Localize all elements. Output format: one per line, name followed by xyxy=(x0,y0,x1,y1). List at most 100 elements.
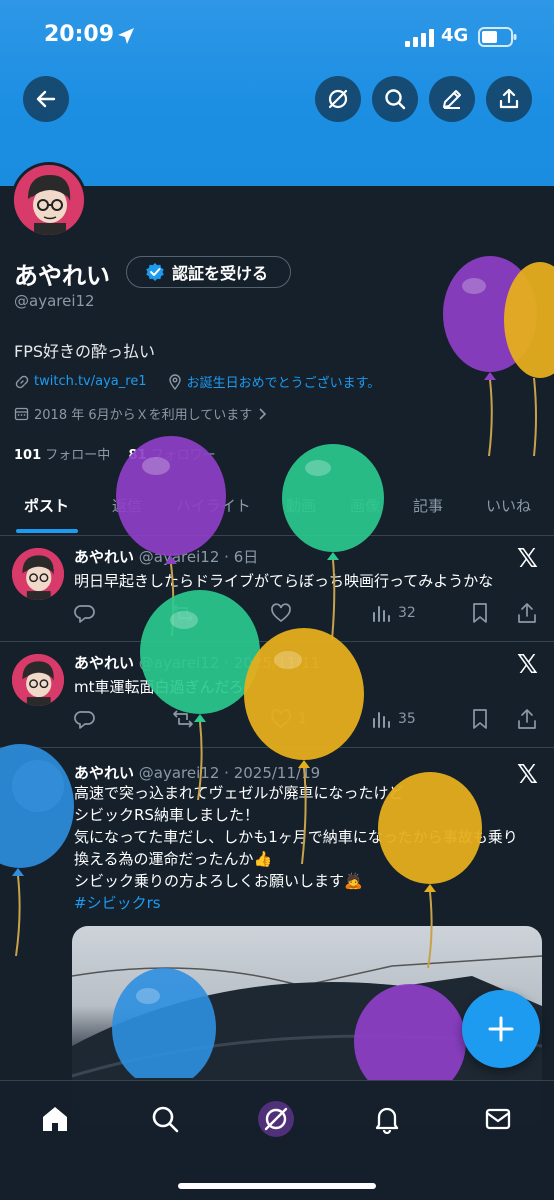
tab-highlights[interactable]: ハイライト xyxy=(176,495,251,516)
bookmark-button[interactable] xyxy=(470,602,490,624)
join-date: 2018 年 6月からＸを利用しています xyxy=(14,404,267,423)
bookmark-button[interactable] xyxy=(470,708,490,730)
grok-icon xyxy=(264,1107,288,1131)
followers-label: フォロワー xyxy=(150,448,216,463)
post-handle: @ayarei12 xyxy=(138,654,220,672)
join-date-text: 2018 年 6月からＸを利用しています xyxy=(34,408,253,423)
grok-icon xyxy=(328,89,348,109)
avatar-illustration xyxy=(14,165,84,235)
post-hashtag[interactable]: #シビックrs xyxy=(74,892,524,914)
nav-grok[interactable] xyxy=(258,1101,294,1137)
share-icon xyxy=(499,88,519,109)
bookmark-icon xyxy=(473,709,487,729)
post-actions: 1 35 xyxy=(74,708,542,734)
views-button[interactable]: 35 xyxy=(370,708,416,730)
share-icon xyxy=(518,603,536,623)
bookmark-icon xyxy=(473,603,487,623)
like-button[interactable]: 1 xyxy=(270,708,307,730)
analytics-icon xyxy=(373,606,390,622)
followers-link[interactable]: 81 フォロワー xyxy=(128,448,215,463)
nav-home[interactable] xyxy=(37,1101,73,1137)
post-actions: 32 xyxy=(74,602,542,628)
link-icon xyxy=(15,375,29,388)
views-button[interactable]: 32 xyxy=(370,602,416,624)
avatar-illustration xyxy=(12,654,64,706)
profile-tabs: ポスト 返信 ハイライト 動画 画像 記事 いいね xyxy=(0,480,554,536)
edit-icon xyxy=(443,90,461,109)
reply-button[interactable] xyxy=(74,602,96,624)
profile-avatar[interactable] xyxy=(11,162,87,238)
nav-notifications[interactable] xyxy=(369,1101,405,1137)
birthday-message[interactable]: お誕生日おめでとうございます。 xyxy=(187,372,381,391)
bottom-navigation xyxy=(0,1080,554,1200)
repost-icon xyxy=(173,604,193,622)
share-post-button[interactable] xyxy=(516,708,538,730)
like-count: 1 xyxy=(298,711,307,727)
location-pin-icon xyxy=(168,373,181,390)
back-arrow-icon xyxy=(36,90,56,108)
post-date: 6日 xyxy=(233,548,259,566)
search-icon xyxy=(385,89,406,110)
following-link[interactable]: 101 フォロー中 xyxy=(14,448,110,463)
nav-search[interactable] xyxy=(147,1101,183,1137)
post-author: あやれい xyxy=(74,548,135,566)
mail-icon xyxy=(485,1108,511,1130)
post-header: あやれい @ayarei12 · 2025/11/19 xyxy=(74,764,321,782)
search-icon xyxy=(152,1106,179,1133)
followers-count: 81 xyxy=(128,448,147,463)
follow-stats: 101 フォロー中 81 フォロワー xyxy=(14,444,216,463)
share-icon xyxy=(518,709,536,729)
location-arrow-icon xyxy=(118,28,134,44)
status-bar: 20:09 4G xyxy=(0,0,554,74)
profile-link[interactable]: twitch.tv/aya_re1 xyxy=(34,374,147,389)
compose-post-button[interactable] xyxy=(462,990,540,1068)
avatar-illustration xyxy=(12,548,64,600)
post-date: 2025/11/11 xyxy=(233,654,321,672)
status-time: 20:09 xyxy=(44,22,115,47)
profile-bio: FPS好きの酔っ払い xyxy=(14,342,156,361)
plus-icon xyxy=(488,1016,514,1042)
profile-name: あやれい xyxy=(14,262,110,290)
verified-badge-icon xyxy=(146,263,164,281)
view-count: 32 xyxy=(398,605,416,621)
get-verified-button[interactable]: 認証を受ける xyxy=(126,256,291,288)
home-indicator xyxy=(178,1183,376,1189)
post-item[interactable]: あやれい @ayarei12 · 6日 𝕏 明日早起きしたらドライブがてらぼっち… xyxy=(0,536,554,642)
bell-icon xyxy=(375,1107,399,1134)
post-avatar[interactable] xyxy=(12,760,64,812)
heart-icon xyxy=(271,603,291,623)
edit-profile-button[interactable] xyxy=(429,76,475,122)
like-button[interactable] xyxy=(270,602,298,624)
calendar-icon xyxy=(14,407,29,421)
post-avatar[interactable] xyxy=(12,548,64,600)
post-handle: @ayarei12 xyxy=(138,764,220,782)
profile-handle: @ayarei12 xyxy=(14,292,95,310)
tab-posts[interactable]: ポスト xyxy=(24,495,69,516)
search-button[interactable] xyxy=(372,76,418,122)
network-type: 4G xyxy=(441,25,469,46)
post-text: mt車運転面白過ぎんだろ xyxy=(74,678,244,696)
tab-images[interactable]: 画像 xyxy=(350,495,380,516)
tab-likes[interactable]: いいね xyxy=(486,495,531,516)
reply-button[interactable] xyxy=(74,708,96,730)
home-icon xyxy=(43,1107,67,1131)
post-header: あやれい @ayarei12 · 2025/11/11 xyxy=(74,654,321,672)
tab-replies[interactable]: 返信 xyxy=(112,495,142,516)
post-author: あやれい xyxy=(74,764,135,782)
tab-videos[interactable]: 動画 xyxy=(286,495,316,516)
get-verified-label: 認証を受ける xyxy=(172,264,269,283)
repost-button[interactable] xyxy=(172,708,194,730)
nav-messages[interactable] xyxy=(480,1101,516,1137)
analytics-icon xyxy=(373,712,390,728)
share-post-button[interactable] xyxy=(516,602,538,624)
grok-button[interactable] xyxy=(315,76,361,122)
share-button[interactable] xyxy=(486,76,532,122)
back-button[interactable] xyxy=(23,76,69,122)
post-item[interactable]: あやれい @ayarei12 · 2025/11/11 𝕏 mt車運転面白過ぎん… xyxy=(0,642,554,748)
post-avatar[interactable] xyxy=(12,654,64,706)
tab-articles[interactable]: 記事 xyxy=(413,495,443,516)
post-header: あやれい @ayarei12 · 6日 xyxy=(74,548,259,566)
reply-icon xyxy=(74,711,95,729)
following-label: フォロー中 xyxy=(45,448,111,463)
repost-button[interactable] xyxy=(172,602,194,624)
